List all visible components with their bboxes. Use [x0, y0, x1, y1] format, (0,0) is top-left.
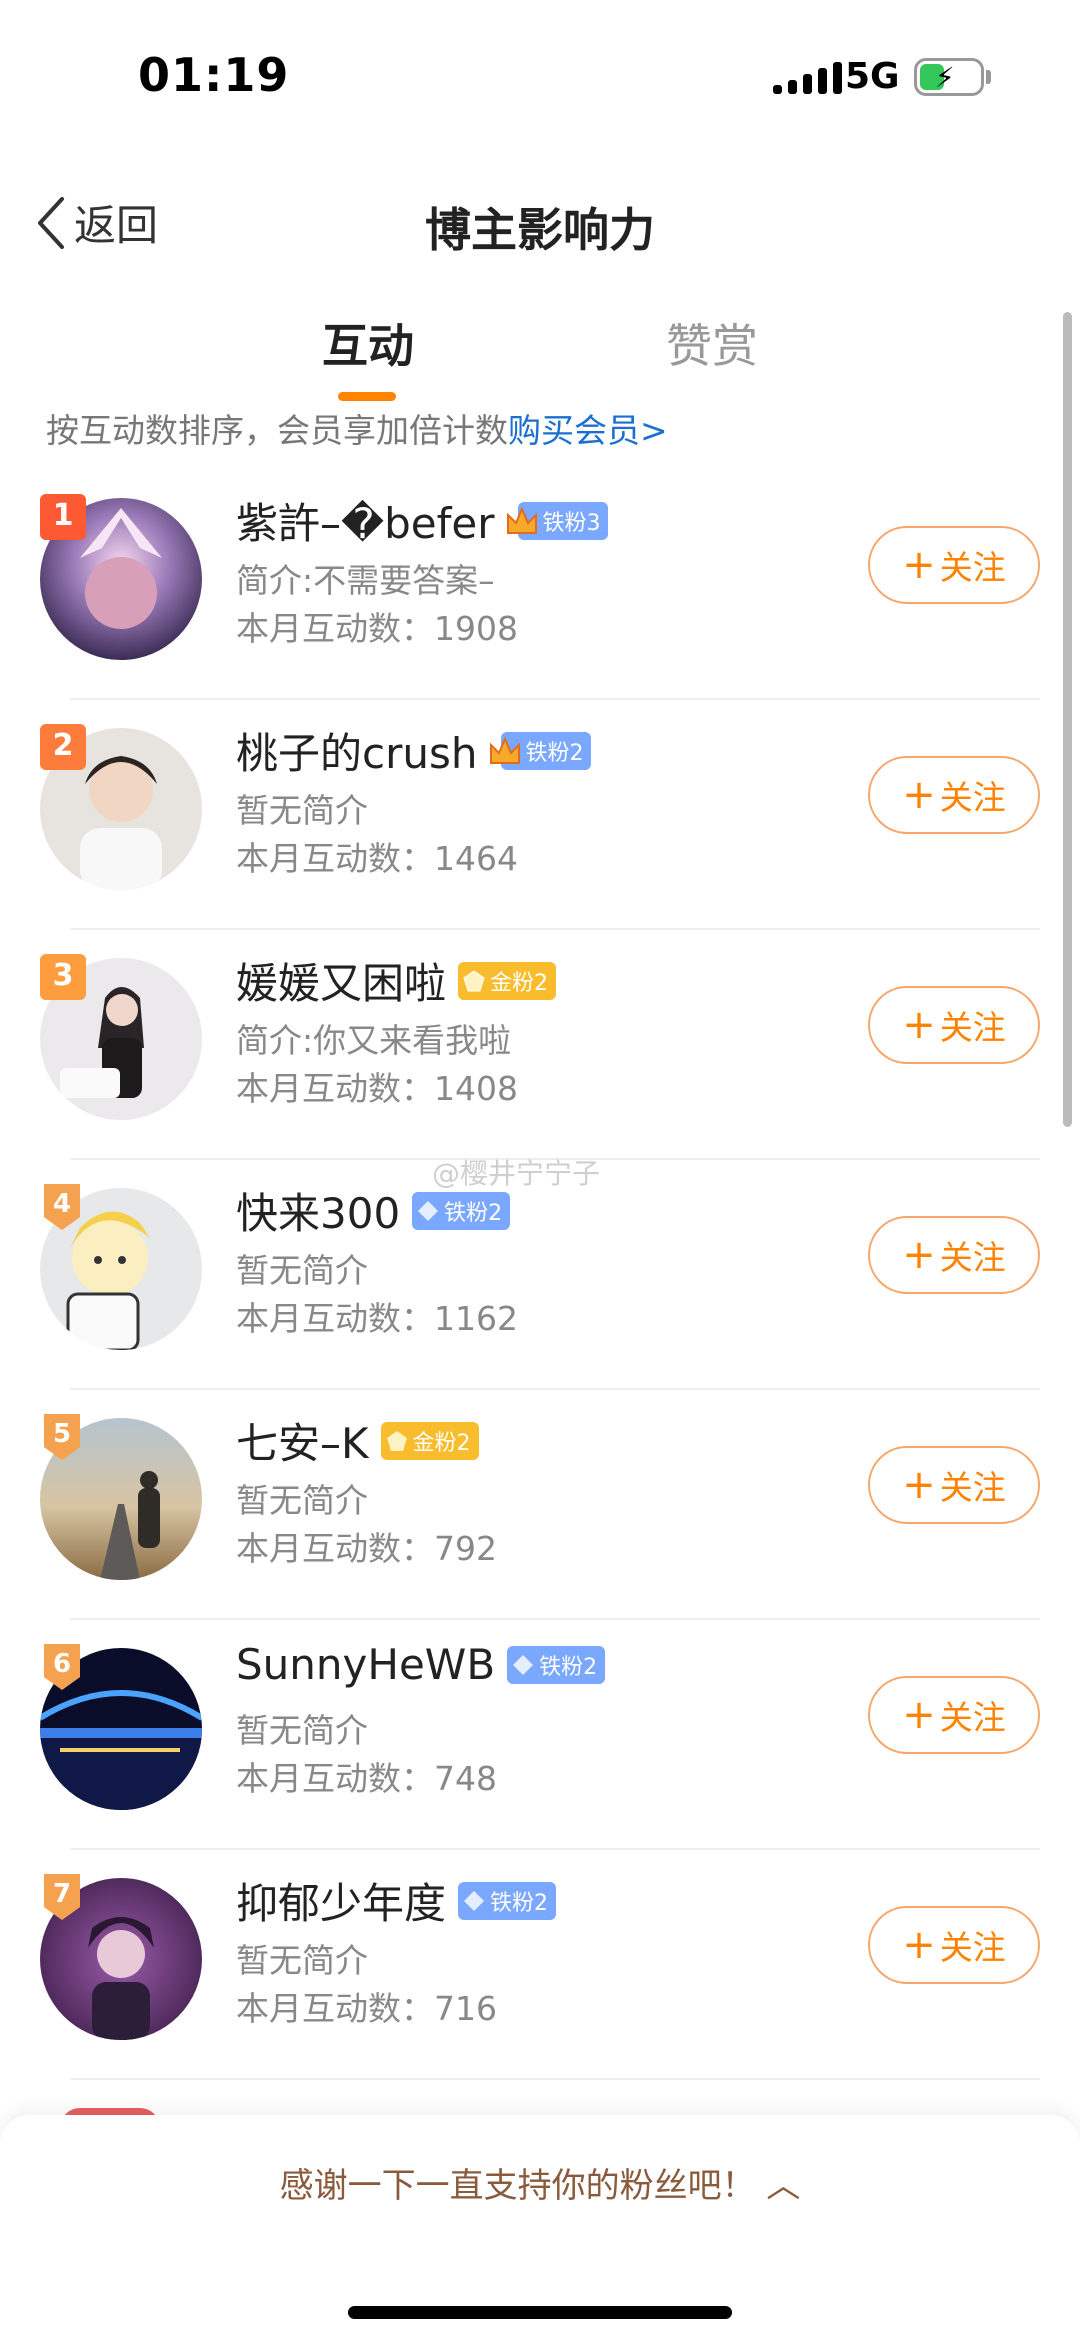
follow-button[interactable]: + 关注	[868, 1446, 1040, 1524]
fan-badge-label: 铁粉2	[490, 1890, 549, 1916]
user-name-text: 媛媛又困啦	[236, 959, 447, 1008]
network-type: 5G	[845, 56, 900, 97]
follow-label: 关注	[939, 1698, 1006, 1737]
user-name-text: 七安–K	[236, 1419, 369, 1468]
battery-icon: ⚡	[914, 58, 984, 96]
user-name-text: 紫許–�befer	[236, 499, 495, 548]
tab-reward[interactable]: 赞赏	[666, 310, 758, 376]
sort-hint-text: 按互动数排序，会员享加倍计数	[46, 411, 508, 450]
follow-button[interactable]: + 关注	[868, 756, 1040, 834]
fan-badge: 铁粉2	[507, 1645, 606, 1684]
fan-badge-label: 铁粉2	[525, 740, 584, 766]
user-name[interactable]: 媛媛又困啦 金粉2	[236, 950, 557, 1011]
interaction-count: 本月互动数：716	[236, 1989, 497, 2028]
rank-badge: 2	[40, 724, 86, 770]
watermark: @樱井宁宁子	[432, 1157, 601, 1190]
user-name-text: SunnyHeWB	[236, 1640, 496, 1689]
list-item[interactable]: 3 媛媛又困啦 金粉2 简介:你又来看我啦 本月互动数：1408 + 关注	[0, 930, 1080, 1160]
user-name-text: 快来300	[236, 1189, 401, 1238]
fan-badge: 铁粉2	[412, 1191, 511, 1230]
status-time: 01:19	[138, 48, 290, 102]
user-intro: 简介:不需要答案–	[236, 561, 495, 600]
buy-membership-link[interactable]: 购买会员>	[508, 411, 668, 450]
sort-hint: 按互动数排序，会员享加倍计数购买会员>	[46, 404, 668, 452]
user-name[interactable]: SunnyHeWB 铁粉2	[236, 1640, 606, 1689]
rank-badge: 3	[40, 954, 86, 1000]
status-bar: 01:19 5G ⚡	[0, 0, 1080, 150]
plus-icon: +	[902, 772, 936, 818]
plus-icon: +	[902, 1232, 936, 1278]
user-name[interactable]: 桃子的crush 铁粉2	[236, 720, 592, 781]
signal-icon	[773, 62, 842, 94]
list-item[interactable]: 4 快来300 铁粉2 暂无简介 本月互动数：1162 + 关注	[0, 1160, 1080, 1390]
interaction-count: 本月互动数：748	[236, 1759, 497, 1798]
user-intro: 暂无简介	[236, 1711, 368, 1750]
follow-label: 关注	[939, 1928, 1006, 1967]
diamond-icon	[418, 1200, 439, 1221]
interaction-count: 本月互动数：1464	[236, 839, 518, 878]
diamond-icon	[464, 1890, 485, 1911]
follow-button[interactable]: + 关注	[868, 1676, 1040, 1754]
user-name[interactable]: 抑郁少年度 铁粉2	[236, 1870, 557, 1931]
fan-badge-label: 铁粉2	[444, 1200, 503, 1226]
nav-header: 返回 博主影响力	[0, 170, 1080, 280]
plus-icon: +	[902, 542, 936, 588]
plus-icon: +	[902, 1462, 936, 1508]
crown-icon	[490, 735, 521, 764]
follow-label: 关注	[939, 1468, 1006, 1507]
user-intro: 暂无简介	[236, 1481, 368, 1520]
page-title: 博主影响力	[425, 203, 655, 257]
interaction-count: 本月互动数：1408	[236, 1069, 518, 1108]
plus-icon: +	[902, 1922, 936, 1968]
diamond-icon	[513, 1654, 534, 1675]
user-name[interactable]: 紫許–�befer 铁粉3	[236, 490, 609, 551]
fan-badge-label: 金粉2	[412, 1430, 471, 1456]
follow-label: 关注	[939, 1008, 1006, 1047]
tab-interaction[interactable]: 互动	[322, 310, 414, 376]
follow-label: 关注	[939, 548, 1006, 587]
fan-badge-label: 铁粉3	[542, 510, 601, 536]
list-item[interactable]: 2 桃子的crush 铁粉2 暂无简介 本月互动数：1464 + 关注	[0, 700, 1080, 930]
crown-icon	[507, 505, 538, 534]
divider	[70, 2078, 1040, 2080]
follow-button[interactable]: + 关注	[868, 526, 1040, 604]
follow-label: 关注	[939, 778, 1006, 817]
follow-label: 关注	[939, 1238, 1006, 1277]
plus-icon: +	[902, 1002, 936, 1048]
fan-badge-label: 金粉2	[490, 970, 549, 996]
battery-nub	[986, 70, 991, 84]
gold-gem-icon	[386, 1430, 407, 1451]
fan-badge: 铁粉2	[490, 731, 592, 770]
fan-badge: 金粉2	[380, 1421, 479, 1460]
interaction-count: 本月互动数：1908	[236, 609, 518, 648]
user-name[interactable]: 七安–K 金粉2	[236, 1410, 479, 1471]
plus-icon: +	[902, 1692, 936, 1738]
list-item[interactable]: 7 抑郁少年度 铁粉2 暂无简介 本月互动数：716 + 关注	[0, 1850, 1080, 2080]
fan-badge: 金粉2	[458, 961, 557, 1000]
gold-gem-icon	[463, 969, 485, 991]
user-intro: 简介:你又来看我啦	[236, 1021, 512, 1060]
thank-fans-prompt[interactable]: 感谢一下一直支持你的粉丝吧！ ︿	[0, 2158, 1080, 2207]
rank-badge: 1	[40, 494, 86, 540]
list-item[interactable]: 6 SunnyHeWB 铁粉2 暂无简介 本月互动数：748 + 关注	[0, 1620, 1080, 1850]
home-indicator[interactable]	[348, 2306, 732, 2319]
list-item[interactable]: 5 七安–K 金粉2 暂无简介 本月互动数：792 + 关注	[0, 1390, 1080, 1620]
interaction-count: 本月互动数：792	[236, 1529, 497, 1568]
fan-badge: 铁粉3	[507, 501, 609, 540]
interaction-count: 本月互动数：1162	[236, 1299, 518, 1338]
follow-button[interactable]: + 关注	[868, 1216, 1040, 1294]
user-name-text: 抑郁少年度	[236, 1879, 447, 1928]
tab-indicator	[338, 392, 396, 401]
user-intro: 暂无简介	[236, 791, 368, 830]
list-item[interactable]: 1 紫許–�befer 铁粉3 简介:不需要答案– 本月互动数：1908 + 关注	[0, 470, 1080, 700]
fan-badge: 铁粉2	[458, 1881, 557, 1920]
follow-button[interactable]: + 关注	[868, 1906, 1040, 1984]
user-intro: 暂无简介	[236, 1251, 368, 1290]
user-intro: 暂无简介	[236, 1941, 368, 1980]
user-name-text: 桃子的crush	[236, 729, 478, 778]
follow-button[interactable]: + 关注	[868, 986, 1040, 1064]
fan-badge-label: 铁粉2	[539, 1654, 598, 1680]
